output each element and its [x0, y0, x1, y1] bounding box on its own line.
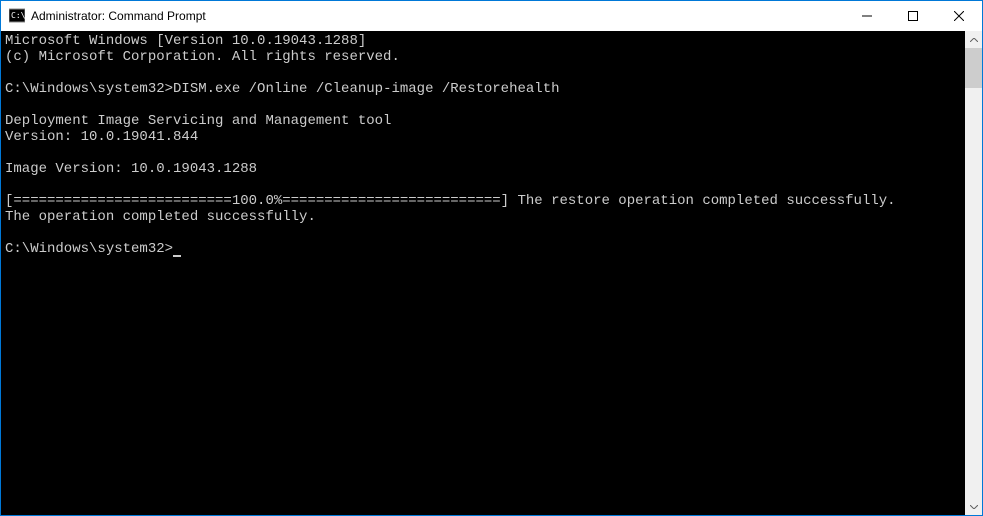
window-controls: [844, 1, 982, 31]
chevron-down-icon: [970, 505, 978, 509]
minimize-icon: [862, 11, 872, 21]
image-version: Image Version: 10.0.19043.1288: [5, 161, 257, 177]
copyright-line: (c) Microsoft Corporation. All rights re…: [5, 49, 400, 65]
maximize-button[interactable]: [890, 1, 936, 31]
svg-text:C:\: C:\: [11, 11, 25, 20]
command-text: DISM.exe /Online /Cleanup-image /Restore…: [173, 81, 559, 97]
progress-bar-line: [==========================100.0%=======…: [5, 193, 896, 209]
version-line: Microsoft Windows [Version 10.0.19043.12…: [5, 33, 366, 49]
prompt-path: C:\Windows\system32>: [5, 241, 173, 257]
close-button[interactable]: [936, 1, 982, 31]
maximize-icon: [908, 11, 918, 21]
operation-status: The operation completed successfully.: [5, 209, 316, 225]
scroll-thumb[interactable]: [965, 48, 982, 88]
console-output[interactable]: Microsoft Windows [Version 10.0.19043.12…: [1, 31, 965, 515]
vertical-scrollbar[interactable]: [965, 31, 982, 515]
close-icon: [954, 11, 964, 21]
titlebar[interactable]: C:\ Administrator: Command Prompt: [1, 1, 982, 31]
scroll-track[interactable]: [965, 48, 982, 498]
cmd-icon: C:\: [9, 8, 25, 24]
minimize-button[interactable]: [844, 1, 890, 31]
command-prompt-window: C:\ Administrator: Command Prompt Micros…: [0, 0, 983, 516]
console-area: Microsoft Windows [Version 10.0.19043.12…: [1, 31, 982, 515]
scroll-down-button[interactable]: [965, 498, 982, 515]
prompt-path: C:\Windows\system32>: [5, 81, 173, 97]
chevron-up-icon: [970, 38, 978, 42]
window-title: Administrator: Command Prompt: [31, 9, 844, 23]
dism-tool-name: Deployment Image Servicing and Managemen…: [5, 113, 391, 129]
scroll-up-button[interactable]: [965, 31, 982, 48]
dism-version: Version: 10.0.19041.844: [5, 129, 198, 145]
text-cursor: [173, 255, 181, 257]
